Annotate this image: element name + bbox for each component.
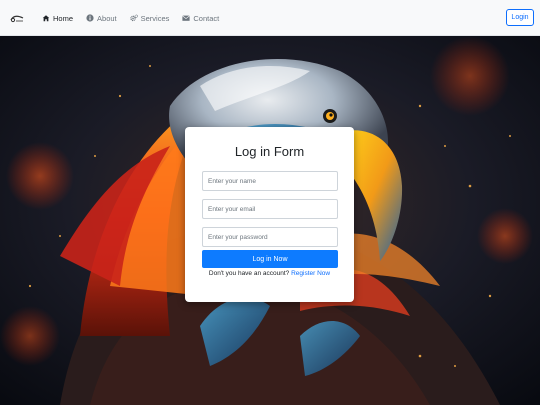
register-prompt-line: Don't you have an account? Register Now xyxy=(185,270,354,277)
nav-item-about[interactable]: About xyxy=(86,14,117,23)
envelope-icon xyxy=(182,15,191,21)
cogs-icon xyxy=(129,14,138,22)
nav-label-contact: Contact xyxy=(193,13,220,23)
info-icon xyxy=(86,14,94,22)
login-submit-button[interactable]: Log in Now xyxy=(202,250,338,268)
top-navbar: Home About Services Contact Login xyxy=(0,0,540,36)
login-form-title: Log in Form xyxy=(234,144,305,159)
logo-icon[interactable] xyxy=(9,11,25,25)
email-input[interactable] xyxy=(202,199,338,219)
register-prompt-text: Don't you have an account? xyxy=(208,270,290,277)
nav-label-services: Services xyxy=(140,13,170,23)
nav-item-home[interactable]: Home xyxy=(42,14,73,23)
nav-label-about: About xyxy=(97,13,117,23)
login-button[interactable]: Login xyxy=(506,9,534,26)
nav-label-home: Home xyxy=(53,13,74,23)
nav-item-services[interactable]: Services xyxy=(129,13,170,23)
name-input[interactable] xyxy=(202,171,338,191)
password-input[interactable] xyxy=(202,227,338,247)
nav-item-contact[interactable]: Contact xyxy=(182,14,219,23)
nav-menu: Home About Services Contact xyxy=(42,0,232,36)
home-icon xyxy=(42,15,50,22)
register-link[interactable]: Register Now xyxy=(291,270,330,277)
login-card: Log in Form Log in Now Don't you have an… xyxy=(185,127,354,302)
